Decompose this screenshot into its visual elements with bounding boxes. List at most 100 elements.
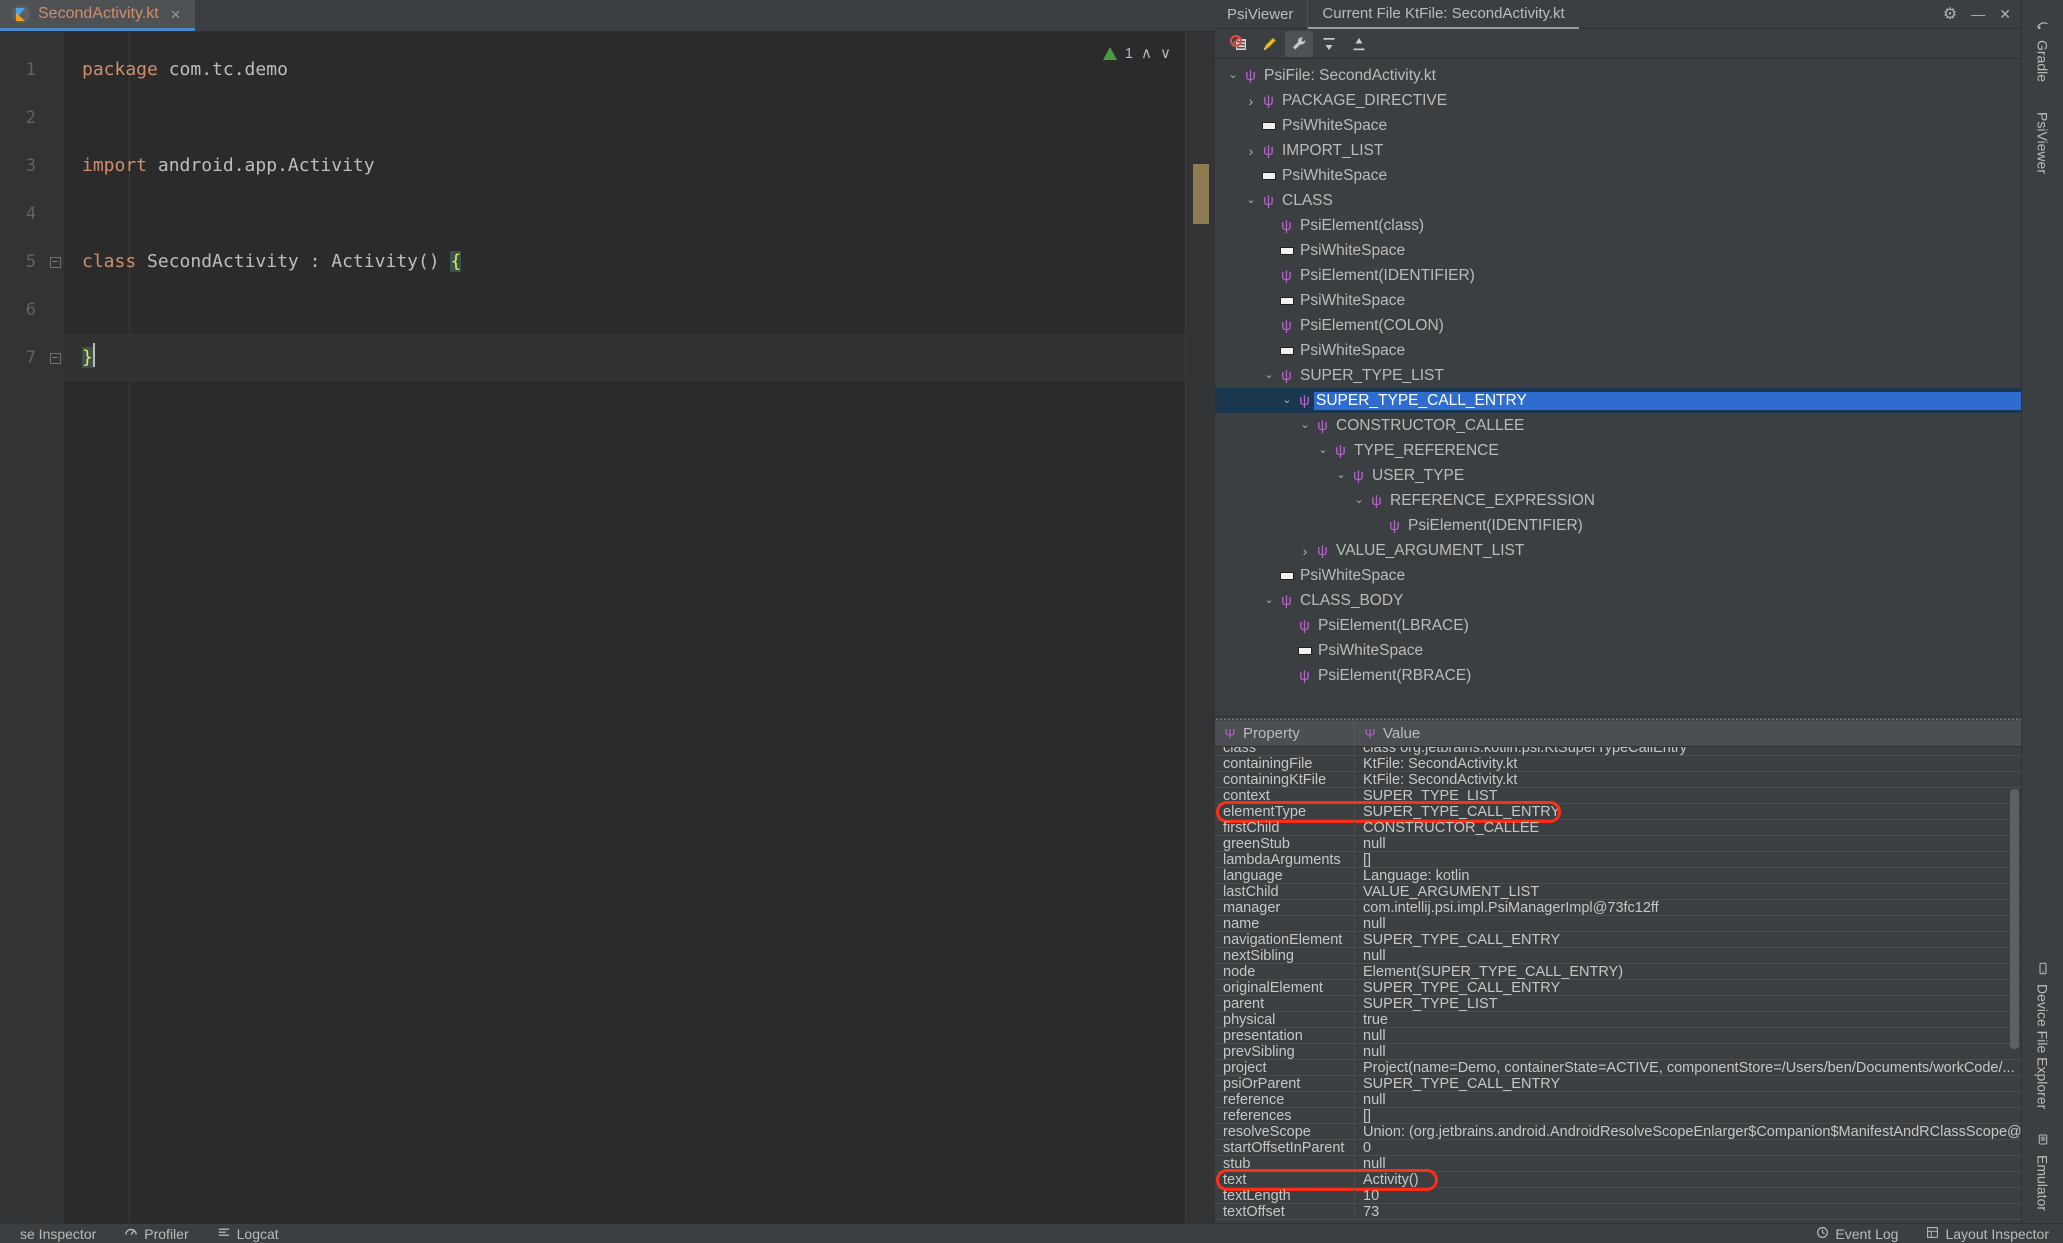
property-row[interactable]: originalElement SUPER_TYPE_CALL_ENTRY	[1215, 979, 2021, 996]
property-row[interactable]: parent SUPER_TYPE_LIST	[1215, 995, 2021, 1012]
property-row[interactable]: navigationElement SUPER_TYPE_CALL_ENTRY	[1215, 931, 2021, 948]
property-row[interactable]: greenStub null	[1215, 835, 2021, 852]
code-line[interactable]	[64, 190, 1215, 238]
tree-row[interactable]: ⌄ ψ CLASS_BODY	[1215, 588, 2021, 613]
property-row[interactable]: text Activity()	[1215, 1169, 2021, 1191]
highlight-brush-icon[interactable]	[1255, 31, 1283, 57]
property-row[interactable]: context SUPER_TYPE_LIST	[1215, 787, 2021, 804]
code-line[interactable]: }	[64, 334, 1215, 382]
tree-row[interactable]: ψ PsiElement(IDENTIFIER)	[1215, 263, 2021, 288]
chevron-down-icon[interactable]: ⌄	[1351, 495, 1367, 506]
tab-current-file[interactable]: Current File KtFile: SecondActivity.kt	[1308, 0, 1579, 29]
property-row[interactable]: elementType SUPER_TYPE_CALL_ENTRY	[1215, 801, 2021, 823]
stripe-item-psiviewer[interactable]: PsiViewer	[2035, 94, 2051, 186]
wrench-settings-icon[interactable]	[1285, 30, 1313, 57]
chevron-down-icon[interactable]: ⌄	[1261, 370, 1277, 381]
property-row[interactable]: nextSibling null	[1215, 947, 2021, 964]
property-row[interactable]: presentation null	[1215, 1027, 2021, 1044]
chevron-down-icon[interactable]: ⌄	[1279, 395, 1295, 406]
close-icon[interactable]: ✕	[1999, 6, 2011, 23]
chevron-right-icon[interactable]: ›	[1243, 144, 1259, 158]
property-row[interactable]: project Project(name=Demo, containerState…	[1215, 1059, 2021, 1076]
tree-row[interactable]: ψ PsiElement(COLON)	[1215, 313, 2021, 338]
tree-row[interactable]: › ψ PACKAGE_DIRECTIVE	[1215, 88, 2021, 113]
tree-row[interactable]: ψ PsiElement(LBRACE)	[1215, 613, 2021, 638]
inspection-widget[interactable]: 1 ∧ ∨	[1102, 44, 1171, 62]
fold-end-icon[interactable]: −	[49, 352, 61, 364]
code-line[interactable]: class SecondActivity : Activity() {	[64, 238, 1215, 286]
chevron-down-icon[interactable]: ⌄	[1315, 445, 1331, 456]
next-problem-icon[interactable]: ∨	[1160, 44, 1171, 62]
column-header-value[interactable]: Ψ Value	[1355, 721, 2021, 746]
editor-scroll-thumb[interactable]	[1193, 164, 1209, 224]
tree-row[interactable]: PsiWhiteSpace	[1215, 638, 2021, 663]
property-row[interactable]: reference null	[1215, 1091, 2021, 1108]
fold-collapse-icon[interactable]: −	[49, 256, 61, 268]
property-row[interactable]: firstChild CONSTRUCTOR_CALLEE	[1215, 819, 2021, 836]
stripe-item-emulator[interactable]: Emulator	[2035, 1121, 2051, 1223]
property-row[interactable]: manager com.intellij.psi.impl.PsiManagerI…	[1215, 899, 2021, 916]
property-row[interactable]: lambdaArguments []	[1215, 851, 2021, 868]
tree-row[interactable]: PsiWhiteSpace	[1215, 238, 2021, 263]
code-line[interactable]: import android.app.Activity	[64, 142, 1215, 190]
status-item-profiler[interactable]: Profiler	[110, 1226, 202, 1242]
status-item-layout-inspector[interactable]: Layout Inspector	[1912, 1226, 2063, 1242]
property-row[interactable]: prevSibling null	[1215, 1043, 2021, 1060]
property-row[interactable]: textLength 10	[1215, 1187, 2021, 1204]
tree-row[interactable]: ⌄ ψ PsiFile: SecondActivity.kt	[1215, 63, 2021, 88]
tree-row[interactable]: ⌄ ψ REFERENCE_EXPRESSION	[1215, 488, 2021, 513]
stripe-item-device-file-explorer[interactable]: Device File Explorer	[2035, 950, 2051, 1121]
status-item-se-inspector[interactable]: se Inspector	[0, 1226, 110, 1242]
tree-row[interactable]: ⌄ ψ CONSTRUCTOR_CALLEE	[1215, 413, 2021, 438]
property-table-rows[interactable]: class class org.jetbrains.kotlin.psi.KtSu…	[1215, 747, 2021, 1223]
expand-up-icon[interactable]	[1315, 31, 1343, 57]
tree-row[interactable]: ψ PsiElement(RBRACE)	[1215, 663, 2021, 688]
status-item-logcat[interactable]: Logcat	[203, 1226, 293, 1242]
property-row[interactable]: stub null	[1215, 1155, 2021, 1172]
prev-problem-icon[interactable]: ∧	[1141, 44, 1152, 62]
property-row[interactable]: lastChild VALUE_ARGUMENT_LIST	[1215, 883, 2021, 900]
status-item-event-log[interactable]: Event Log	[1802, 1226, 1912, 1242]
tree-row[interactable]: ψ PsiElement(IDENTIFIER)	[1215, 513, 2021, 538]
code-text-area[interactable]: package com.tc.demo import android.app.Ac…	[64, 32, 1215, 1223]
settings-gear-icon[interactable]: ⚙	[1943, 4, 1957, 24]
property-table-scrollbar[interactable]	[2010, 789, 2019, 1049]
property-row[interactable]: containingFile KtFile: SecondActivity.kt	[1215, 755, 2021, 772]
tree-row[interactable]: PsiWhiteSpace	[1215, 563, 2021, 588]
chevron-down-icon[interactable]: ⌄	[1225, 70, 1241, 81]
property-row[interactable]: language Language: kotlin	[1215, 867, 2021, 884]
tree-row[interactable]: PsiWhiteSpace	[1215, 338, 2021, 363]
collapse-down-icon[interactable]	[1345, 31, 1373, 57]
property-row[interactable]: references []	[1215, 1107, 2021, 1124]
property-row[interactable]: node Element(SUPER_TYPE_CALL_ENTRY)	[1215, 963, 2021, 980]
editor-tab-secondactivity[interactable]: SecondActivity.kt ×	[0, 0, 195, 31]
chevron-down-icon[interactable]: ⌄	[1297, 420, 1313, 431]
chevron-right-icon[interactable]: ›	[1297, 544, 1313, 558]
property-row[interactable]: resolveScope Union: (org.jetbrains.androi…	[1215, 1123, 2021, 1140]
code-line[interactable]	[64, 94, 1215, 142]
property-row[interactable]: psiOrParent SUPER_TYPE_CALL_ENTRY	[1215, 1075, 2021, 1092]
tree-row-selected[interactable]: ⌄ ψ SUPER_TYPE_CALL_ENTRY	[1215, 388, 2021, 413]
tree-row[interactable]: ψ PsiElement(class)	[1215, 213, 2021, 238]
minimize-icon[interactable]: —	[1971, 6, 1985, 22]
property-row[interactable]: name null	[1215, 915, 2021, 932]
block-psi-icon[interactable]	[1225, 31, 1253, 57]
editor-scrollbar-track[interactable]	[1185, 32, 1215, 1223]
tree-row[interactable]: ⌄ ψ SUPER_TYPE_LIST	[1215, 363, 2021, 388]
tree-row[interactable]: ⌄ ψ USER_TYPE	[1215, 463, 2021, 488]
tree-row[interactable]: ⌄ ψ CLASS	[1215, 188, 2021, 213]
property-row[interactable]: startOffsetInParent 0	[1215, 1139, 2021, 1156]
chevron-down-icon[interactable]: ⌄	[1243, 195, 1259, 206]
tree-row[interactable]: › ψ VALUE_ARGUMENT_LIST	[1215, 538, 2021, 563]
tree-row[interactable]: PsiWhiteSpace	[1215, 288, 2021, 313]
tree-row[interactable]: PsiWhiteSpace	[1215, 163, 2021, 188]
column-header-property[interactable]: Ψ Property	[1215, 721, 1355, 746]
chevron-right-icon[interactable]: ›	[1243, 94, 1259, 108]
chevron-down-icon[interactable]: ⌄	[1261, 595, 1277, 606]
code-line[interactable]: package com.tc.demo	[64, 46, 1215, 94]
stripe-item-gradle[interactable]: Gradle	[2035, 6, 2051, 94]
property-row[interactable]: textOffset 73	[1215, 1203, 2021, 1220]
tree-row[interactable]: › ψ IMPORT_LIST	[1215, 138, 2021, 163]
property-row[interactable]: physical true	[1215, 1011, 2021, 1028]
code-line[interactable]	[64, 286, 1215, 334]
